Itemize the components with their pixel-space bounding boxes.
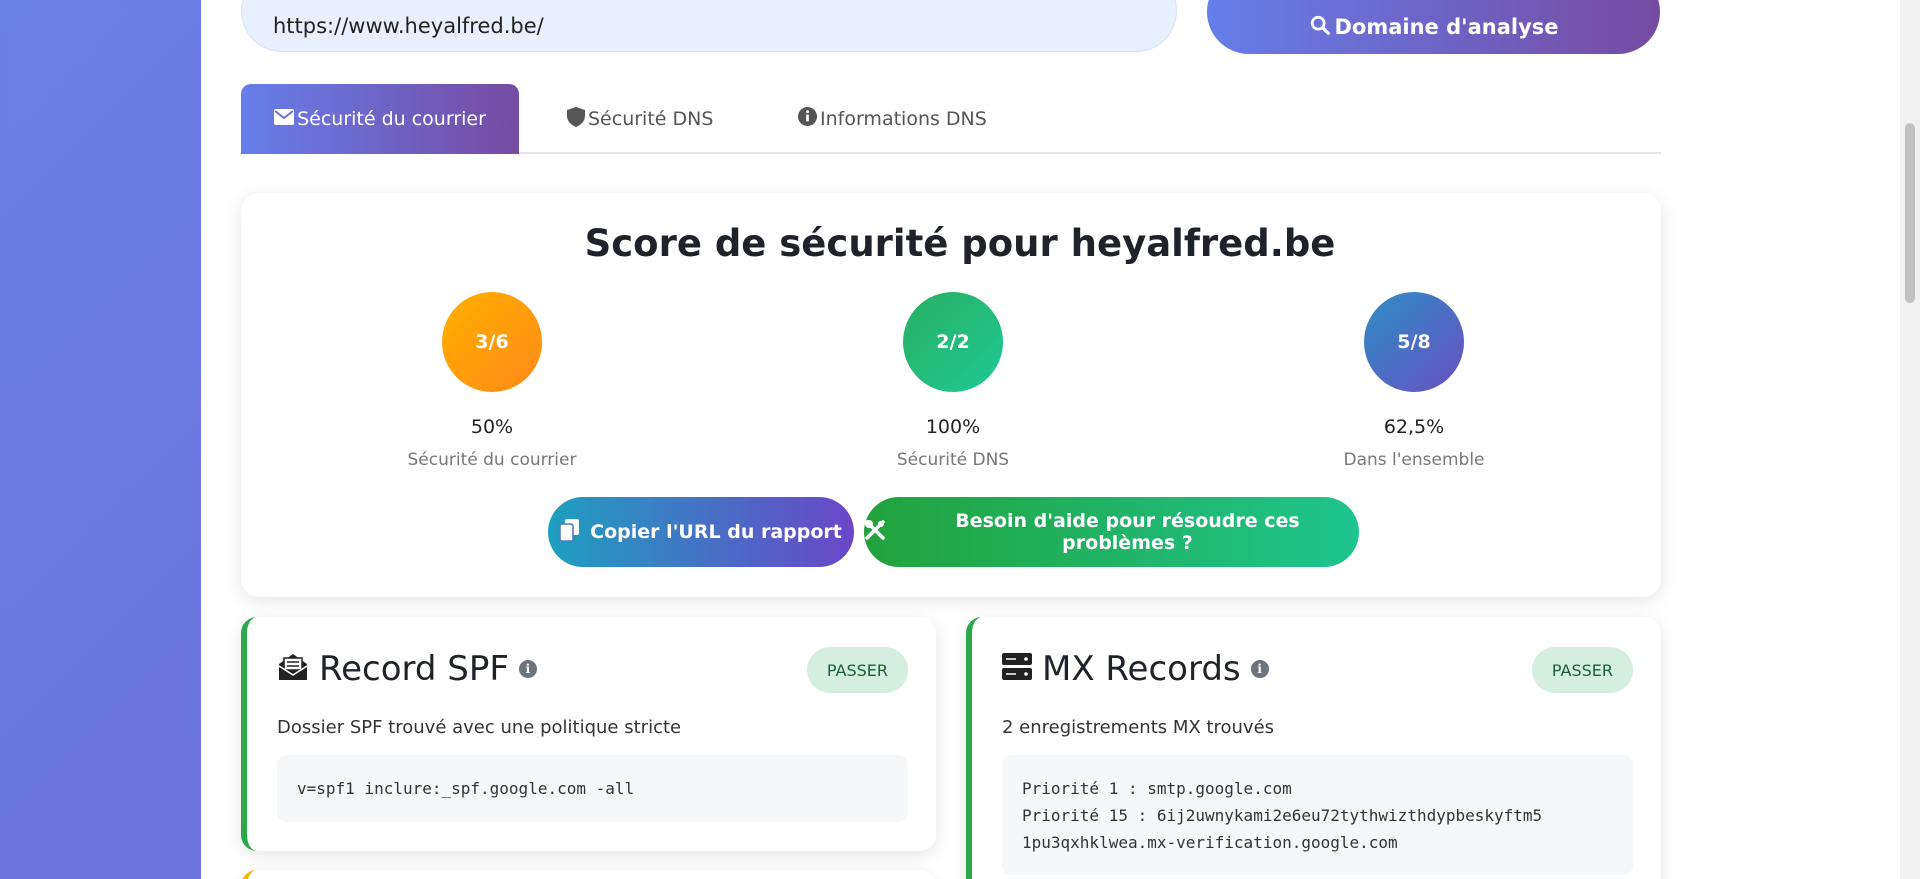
analyze-button-label: Domaine d'analyse (1334, 15, 1559, 39)
info-icon[interactable]: i (1250, 660, 1269, 678)
spf-description: Dossier SPF trouvé avec une politique st… (277, 717, 682, 738)
domain-url-input[interactable] (241, 0, 1177, 52)
tab-dns-security[interactable]: Sécurité DNS (567, 84, 767, 154)
shield-icon (567, 106, 585, 132)
score-circle: 3/6 (442, 292, 542, 392)
score-percent: 100% (925, 416, 981, 438)
status-badge: PASSER (1531, 647, 1633, 693)
envelope-open-icon (277, 652, 309, 686)
mx-card-header: MX Records i (1002, 649, 1269, 689)
tab-mail-security[interactable]: Sécurité du courrier (241, 84, 519, 154)
get-help-button[interactable]: Besoin d'aide pour résoudre ces problème… (864, 497, 1359, 567)
search-icon (1309, 14, 1331, 41)
spf-card-header: Record SPF i (277, 649, 537, 689)
mx-card-title: MX Records (1042, 649, 1241, 689)
spf-record-card: Record SPF i PASSER Dossier SPF trouvé a… (241, 617, 936, 851)
copy-button-label: Copier l'URL du rapport (590, 521, 842, 543)
score-label: Sécurité DNS (896, 450, 1010, 470)
score-mail-security: 3/6 50% Sécurité du courrier (342, 292, 642, 470)
score-circle: 5/8 (1364, 292, 1464, 392)
tab-label: Informations DNS (820, 108, 987, 130)
copy-report-url-button[interactable]: Copier l'URL du rapport (548, 497, 854, 567)
score-dns-security: 2/2 100% Sécurité DNS (803, 292, 1103, 470)
score-label: Dans l'ensemble (1343, 450, 1485, 470)
mx-record-line: 1pu3qxhklwea.mx-verification.google.com (1022, 833, 1398, 852)
mx-records-card: MX Records i PASSER 2 enregistrements MX… (966, 617, 1661, 879)
mx-record-line: Priorité 1 : smtp.google.com (1022, 779, 1292, 798)
tools-icon (864, 519, 886, 546)
spf-record-value: v=spf1 inclure:_spf.google.com -all (277, 755, 908, 822)
mx-description: 2 enregistrements MX trouvés (1002, 717, 1275, 738)
spf-card-title: Record SPF (319, 649, 509, 689)
score-percent: 62,5% (1383, 416, 1445, 438)
score-percent: 50% (470, 416, 514, 438)
tab-label: Sécurité DNS (588, 108, 714, 130)
tab-bar: Sécurité du courrier Sécurité DNS Inform… (241, 84, 1661, 154)
tab-label: Sécurité du courrier (297, 108, 486, 130)
info-icon[interactable]: i (518, 660, 537, 678)
scrollbar-thumb[interactable] (1905, 123, 1915, 303)
score-circle: 2/2 (903, 292, 1003, 392)
next-result-card (241, 870, 936, 879)
copy-icon (559, 518, 580, 546)
mx-records-list: Priorité 1 : smtp.google.com Priorité 15… (1002, 755, 1633, 875)
tab-dns-info[interactable]: Informations DNS (798, 84, 1018, 154)
score-title: Score de sécurité pour heyalfred.be (584, 222, 1336, 265)
mx-record-line: Priorité 15 : 6ij2uwnykami2e6eu72tythwiz… (1022, 806, 1543, 825)
server-icon (1002, 653, 1032, 685)
score-overall: 5/8 62,5% Dans l'ensemble (1264, 292, 1564, 470)
status-badge: PASSER (806, 647, 908, 693)
help-button-label: Besoin d'aide pour résoudre ces problème… (955, 510, 1300, 554)
analyze-domain-button[interactable]: Domaine d'analyse (1207, 0, 1660, 54)
info-icon (798, 107, 817, 131)
score-label: Sécurité du courrier (407, 450, 577, 470)
envelope-icon (274, 108, 295, 130)
